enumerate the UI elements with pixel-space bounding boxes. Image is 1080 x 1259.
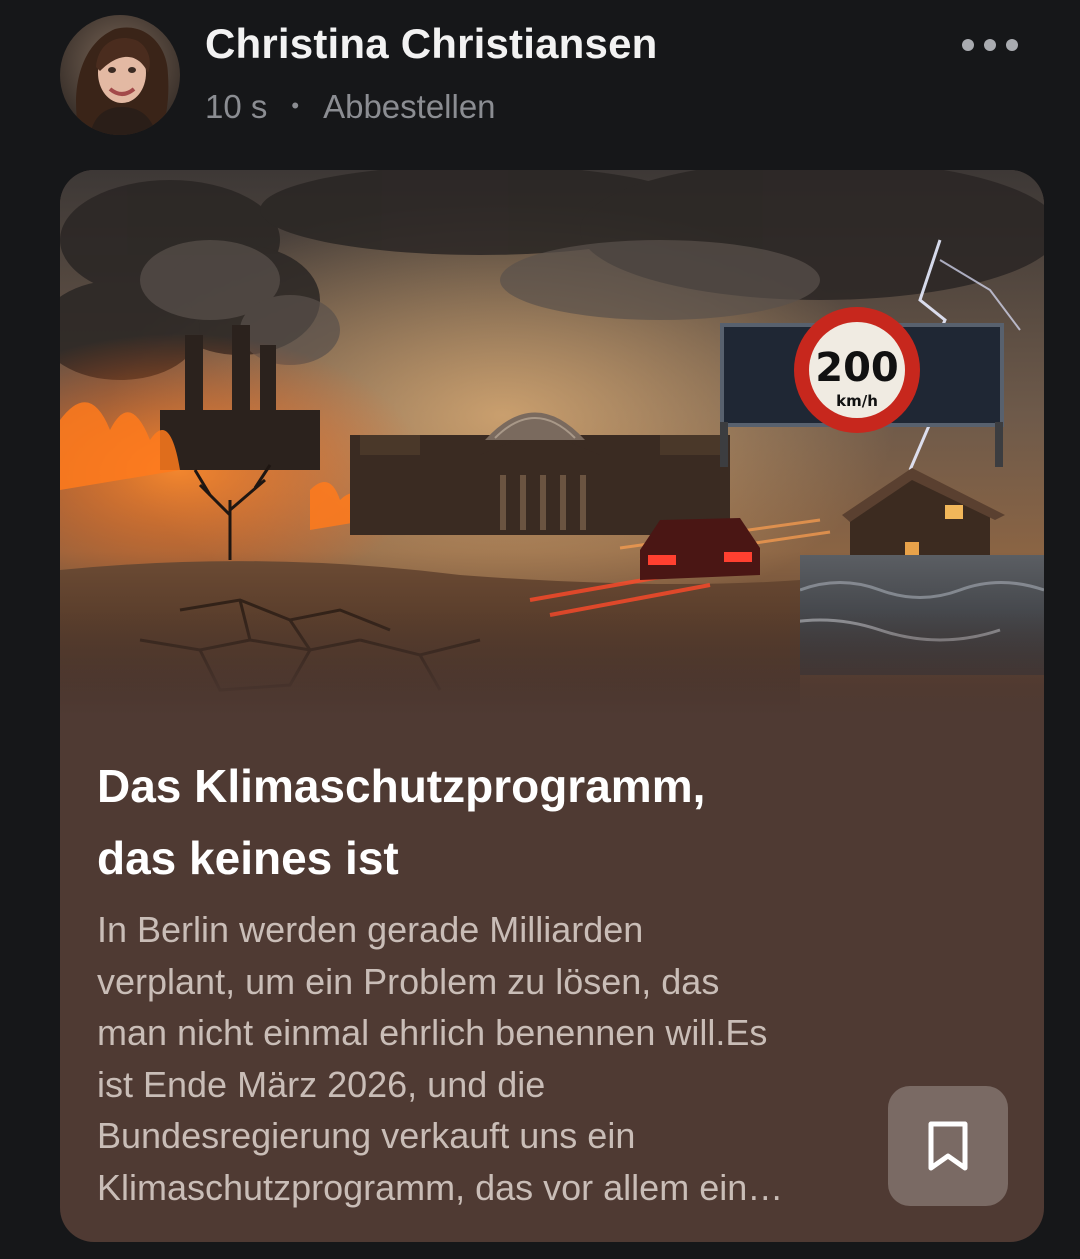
excerpt-line: Bundesregierung verkauft uns ein bbox=[97, 1115, 636, 1156]
excerpt-line: Klimaschutzprogramm, das vor allem ein… bbox=[97, 1166, 784, 1208]
article-title: Das Klimaschutzprogramm, das keines ist bbox=[97, 750, 897, 894]
feed-post: Christina Christiansen 10 s • Abbestelle… bbox=[0, 0, 1080, 1259]
author-name[interactable]: Christina Christiansen bbox=[205, 20, 658, 68]
article-hero-image: 200 km/h bbox=[60, 170, 1044, 715]
more-options-button[interactable] bbox=[962, 30, 1018, 60]
more-horizontal-icon-dot bbox=[1006, 39, 1018, 51]
post-timestamp: 10 s bbox=[205, 88, 268, 125]
article-excerpt: In Berlin werden gerade Milliarden verpl… bbox=[97, 904, 897, 1213]
more-horizontal-icon-dot bbox=[984, 39, 996, 51]
avatar-image bbox=[60, 15, 180, 135]
excerpt-line: ist Ende März 2026, und die bbox=[97, 1063, 546, 1105]
bookmark-icon bbox=[928, 1121, 968, 1171]
post-meta: 10 s • Abbestellen bbox=[205, 88, 496, 126]
excerpt-line: In Berlin werden gerade Milliarden bbox=[97, 909, 644, 950]
meta-separator: • bbox=[291, 93, 300, 118]
more-horizontal-icon bbox=[962, 39, 974, 51]
excerpt-line: verplant, um ein Problem zu lösen, das bbox=[97, 960, 720, 1002]
bookmark-button[interactable] bbox=[888, 1086, 1008, 1206]
speed-sign-unit: km/h bbox=[836, 392, 878, 410]
article-title-line: das keines ist bbox=[97, 832, 399, 884]
article-title-line: Das Klimaschutzprogramm, bbox=[97, 760, 706, 812]
author-avatar[interactable] bbox=[60, 15, 180, 135]
speed-sign-value: 200 bbox=[815, 345, 899, 391]
unsubscribe-link[interactable]: Abbestellen bbox=[323, 88, 495, 126]
article-card[interactable]: 200 km/h Das Klimaschutzprogramm, das ke… bbox=[60, 170, 1044, 1242]
excerpt-line: man nicht einmal ehrlich benennen will.E… bbox=[97, 1012, 768, 1053]
